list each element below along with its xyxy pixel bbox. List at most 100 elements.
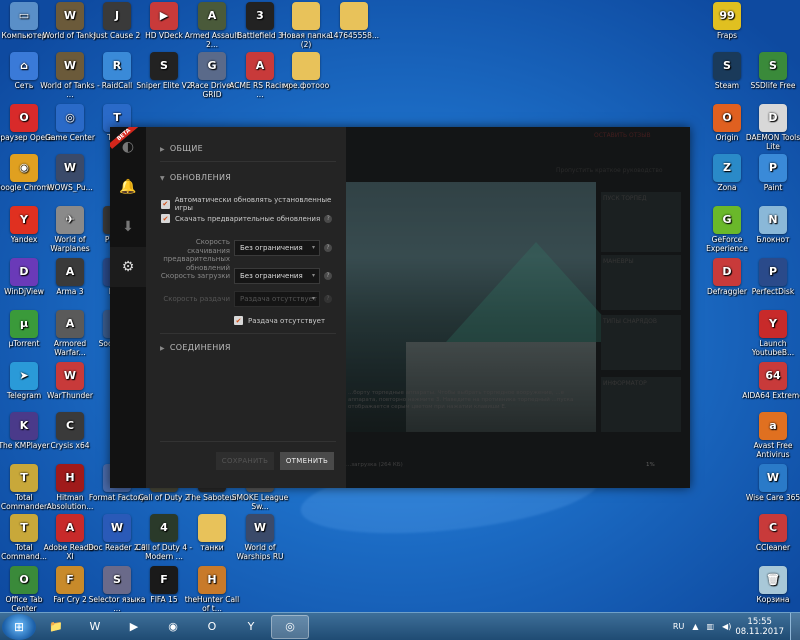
farcry-icon: F <box>56 566 84 594</box>
desktop-icon[interactable]: P PerfectDisk <box>741 258 800 318</box>
world-of-warplanes-icon: ✈ <box>56 206 84 234</box>
desktop-icon-label: AIDA64 Extreme <box>742 392 800 400</box>
chevron-down-icon: ▾ <box>311 272 315 279</box>
office-tab-icon: O <box>10 566 38 594</box>
desktop-icon-label: 147645558... <box>328 32 380 40</box>
yandex-icon: Y <box>247 620 255 633</box>
total-commander-icon: T <box>10 514 38 542</box>
desktop-icon-label: Wise Care 365 <box>745 494 800 502</box>
divider <box>160 161 336 162</box>
steam-icon: S <box>713 52 741 80</box>
show-desktop-button[interactable] <box>790 612 800 640</box>
aida64-icon: 64 <box>759 362 787 390</box>
fraps-icon: 99 <box>713 2 741 30</box>
gear-icon[interactable]: ⚙ <box>110 247 146 287</box>
game-center-icon: ◎ <box>56 104 84 132</box>
preload-checkbox[interactable]: ✔ Скачать предварительные обновления ? <box>161 214 333 223</box>
volume-icon[interactable]: ◀) <box>722 622 731 631</box>
tray-expand-icon[interactable]: ▲ <box>692 622 698 631</box>
world-of-tanks-icon: W <box>56 2 84 30</box>
desktop-icon-label: theHunter Call of t... <box>184 596 240 613</box>
desktop-icon[interactable]: S SSDlife Free <box>741 52 800 112</box>
taskbar-game-center[interactable]: ◎ <box>271 614 309 639</box>
doc-reader-icon: W <box>103 514 131 542</box>
desktop-icon[interactable]: C Crysis x64 <box>38 412 102 472</box>
taskbar-media[interactable]: ▶ <box>115 615 153 639</box>
checkbox-checked[interactable]: ✔ <box>234 316 243 325</box>
checkbox-checked[interactable]: ✔ <box>161 214 170 223</box>
desktop-icon-label: CCleaner <box>755 544 791 552</box>
folder-icon <box>198 514 226 542</box>
desktop-icon[interactable]: Y Launch YoutubeB... <box>741 310 800 370</box>
kmplayer-icon: K <box>10 412 38 440</box>
game-center-icon: ◎ <box>285 620 295 633</box>
language-indicator[interactable]: RU <box>673 622 684 631</box>
network-icon[interactable]: ▥ <box>706 622 714 631</box>
desktop-icon[interactable]: W WOWS_Pu... <box>38 154 102 214</box>
section-general[interactable]: ▶ ОБЩИЕ <box>160 144 203 153</box>
help-icon[interactable]: ? <box>324 244 332 252</box>
no-seeding-checkbox[interactable]: ✔ Раздача отсутствует <box>234 316 325 325</box>
desktop-icon-label: SSDlife Free <box>750 82 796 90</box>
clock-time: 15:55 <box>747 616 772 627</box>
world-of-tanks-icon: W <box>89 620 101 633</box>
seed-speed-select: Раздача отсутствует ▾ <box>234 291 320 307</box>
desktop-icon[interactable]: a Avast Free Antivirus <box>741 412 800 472</box>
notepad-icon: N <box>759 206 787 234</box>
avast-icon: a <box>759 412 787 440</box>
taskbar-opera[interactable]: O <box>193 615 231 639</box>
desktop-icon[interactable]: N Блокнот <box>741 206 800 266</box>
origin-icon: O <box>713 104 741 132</box>
opera-icon: O <box>207 620 217 633</box>
desktop-icon[interactable]: P Paint <box>741 154 800 214</box>
auto-update-checkbox[interactable]: ✔ Автоматически обновлять установленные … <box>161 196 346 212</box>
nav-rail: ◐ 🔔 ⬇ ⚙ <box>110 127 146 488</box>
desktop-icon-label: Launch YoutubeB... <box>751 340 795 357</box>
cancel-button[interactable]: ОТМЕНИТЬ <box>280 452 334 470</box>
chrome-icon: ◉ <box>168 620 178 633</box>
sniper-elite-icon: S <box>150 52 178 80</box>
section-updates[interactable]: ▼ ОБНОВЛЕНИЯ <box>160 173 231 182</box>
just-cause-icon: J <box>103 2 131 30</box>
chrome-icon: ◉ <box>10 154 38 182</box>
chevron-down-icon: ▼ <box>160 175 165 182</box>
desktop-icon[interactable]: W World of Warships RU <box>228 514 292 574</box>
desktop-icon-label: Avast Free Antivirus <box>753 442 793 459</box>
help-icon[interactable]: ? <box>324 214 333 223</box>
desktop-icon[interactable]: C CCleaner <box>741 514 800 574</box>
desktop-icon-label: WarThunder <box>47 392 93 400</box>
cod4-icon: 4 <box>150 514 178 542</box>
download-icon[interactable]: ⬇ <box>110 207 146 247</box>
taskbar-chrome[interactable]: ◉ <box>154 615 192 639</box>
taskbar-items: 📁 W ▶ ◉ O Y ◎ <box>36 614 309 639</box>
opera-icon: O <box>10 104 38 132</box>
save-button[interactable]: СОХРАНИТЬ <box>216 452 274 470</box>
desktop-icon-label: DAEMON Tools Lite <box>745 134 800 151</box>
desktop-icon-label: Paint <box>763 184 783 192</box>
clock[interactable]: 15:55 08.11.2017 <box>735 617 784 637</box>
game-tutorial-area: ОСТАВИТЬ ОТЗЫВ Пропустить краткое руково… <box>346 127 690 488</box>
dim-overlay <box>346 127 690 488</box>
network-icon: ⌂ <box>10 52 38 80</box>
checkbox-checked[interactable]: ✔ <box>161 199 170 209</box>
download-speed-select[interactable]: Без ограничения ▾ <box>234 240 320 256</box>
world-of-warships-icon: W <box>246 514 274 542</box>
armed-assault-icon: A <box>198 2 226 30</box>
desktop-icon-label: Корзина <box>756 596 790 604</box>
desktop-icon[interactable]: мое.фотооо <box>274 52 338 112</box>
chevron-right-icon: ▶ <box>160 146 165 153</box>
ssdlife-icon: S <box>759 52 787 80</box>
upload-speed-label: Скорость загрузки <box>160 272 230 280</box>
bell-icon[interactable]: 🔔 <box>110 167 146 207</box>
defraggler-icon: D <box>713 258 741 286</box>
crysis-icon: C <box>56 412 84 440</box>
section-connections[interactable]: ▶ СОЕДИНЕНИЯ <box>160 343 231 352</box>
taskbar-explorer[interactable]: 📁 <box>37 615 75 639</box>
taskbar-yandex[interactable]: Y <box>232 615 270 639</box>
wows-icon: W <box>56 154 84 182</box>
upload-speed-select[interactable]: Без ограничения ▾ <box>234 268 320 284</box>
taskbar-world-of-tanks[interactable]: W <box>76 615 114 639</box>
chevron-down-icon: ▾ <box>311 295 315 302</box>
help-icon[interactable]: ? <box>324 272 332 280</box>
start-button[interactable]: ⊞ <box>2 613 36 640</box>
